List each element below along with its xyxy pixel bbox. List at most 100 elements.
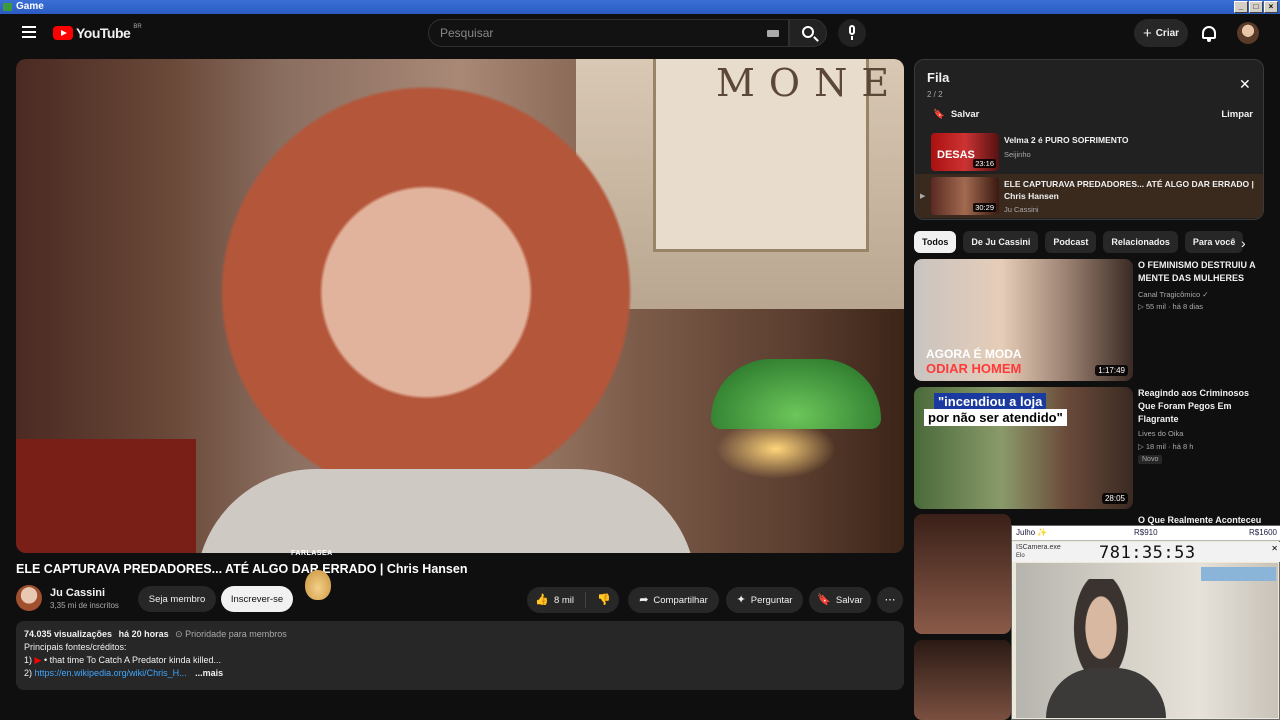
queue-thumbnail: 30:29 [931,177,999,215]
chip-podcast[interactable]: Podcast [1045,231,1097,253]
keyboard-icon[interactable] [767,30,779,37]
duration-badge: 23:16 [973,159,996,168]
minimize-button[interactable]: _ [1234,1,1248,13]
chip-de-ju-cassini[interactable]: De Ju Cassini [963,231,1039,253]
ask-button[interactable]: ✦ Perguntar [726,587,803,613]
window-titlebar: Game _ □ × [0,0,1280,14]
avatar[interactable] [1237,22,1259,44]
source-line-1: 1) ▶ • that time To Catch A Predator kin… [24,655,222,665]
recommendation-stats: ▷ 55 mil · há 8 dias [1138,302,1203,311]
queue-video-title: ELE CAPTURAVA PREDADORES... ATÉ ALGO DAR… [1004,179,1254,201]
queue-video-channel: Ju Cassini [1004,205,1039,214]
channel-name[interactable]: Ju Cassini [50,587,105,599]
bookmark-icon: 🔖 [817,593,831,606]
camera-status-label: Elo [1016,553,1025,559]
queue-panel: Fila 2 / 2 ✕ 🔖 Salvar Limpar DESAS 23:16 … [914,59,1264,220]
recommendation-thumbnail: "incendiou a loja por não ser atendido" … [914,387,1133,509]
bell-icon[interactable] [1202,26,1216,42]
menu-icon[interactable] [22,26,36,38]
donation-goal-current: R$910 [1134,528,1158,537]
channel-avatar[interactable] [16,585,42,611]
duck-overlay [305,570,331,600]
queue-title: Fila [927,70,950,85]
recommendation-thumbnail[interactable] [914,640,1011,720]
webcam-view [1016,563,1278,718]
save-button[interactable]: 🔖 Salvar [809,587,871,613]
queue-video-channel: Seijinho [1004,150,1031,159]
description-stats: 74.035 visualizações há 20 horas ⊙ Prior… [24,628,896,641]
queue-item[interactable]: DESAS 23:16 Velma 2 é PURO SOFRIMENTO Se… [915,130,1263,174]
queue-item-current[interactable]: ▶ 30:29 ELE CAPTURAVA PREDADORES... ATÉ … [915,174,1263,218]
logo-text: YouTube [76,25,131,41]
duration-badge: 28:05 [1101,493,1128,504]
members-priority: ⊙ Prioridade para membros [175,629,287,639]
bookmark-icon: 🔖 [933,109,945,120]
chip-para-voce[interactable]: Para você [1184,231,1244,253]
recommendation[interactable]: "incendiou a loja por não ser atendido" … [914,387,1264,509]
upload-age: há 20 horas [118,629,169,639]
thumbs-down-icon[interactable]: 👎 [597,594,611,606]
more-actions-button[interactable]: ⋯ [877,587,903,613]
duration-badge: 30:29 [973,203,996,212]
chip-todos[interactable]: Todos [914,231,957,253]
plus-icon: + [1142,24,1152,42]
recommendation[interactable]: AGORA É MODA ODIAR HOMEM 1:17:49 O FEMIN… [914,259,1264,381]
timer-bar: ISCamera.exe Elo 781:35:53 ✕ [1012,542,1280,563]
maximize-button[interactable]: □ [1249,1,1263,13]
recommendation-title: O FEMINISMO DESTRUIU A MENTE DAS MULHERE… [1138,260,1256,283]
create-label: Criar [1155,27,1180,39]
donation-goal-target: R$1600 [1248,528,1277,537]
wikipedia-link[interactable]: https://en.wikipedia.org/wiki/Chris_H... [35,668,187,678]
logo-region: BR [133,24,142,30]
share-button[interactable]: ➦ Compartilhar [628,587,719,613]
search-box [428,19,789,47]
subathon-timer: 781:35:53 [1099,543,1196,563]
share-icon: ➦ [639,593,649,606]
search-input[interactable] [429,20,749,46]
create-button[interactable]: + Criar [1134,19,1188,47]
duration-badge: 1:17:49 [1095,365,1128,376]
ask-label: Perguntar [750,594,793,606]
join-button[interactable]: Seja membro [138,586,216,612]
search-icon [802,26,814,38]
chevron-right-icon[interactable]: › [1241,235,1246,251]
queue-clear-button[interactable]: Limpar [1221,109,1253,120]
description-box[interactable]: 74.035 visualizações há 20 horas ⊙ Prior… [16,621,904,690]
green-lamp [711,359,881,429]
youtube-logo[interactable]: YouTube BR [53,24,142,41]
recommendation-channel: Canal Tragicômico ✓ [1138,290,1209,299]
queue-count: 2 / 2 [927,90,943,99]
close-icon[interactable]: ✕ [1239,76,1251,93]
thumbs-up-icon: 👍 [535,593,549,606]
camera-app-label: ISCamera.exe [1016,544,1061,551]
search-button[interactable] [789,19,827,47]
video-player[interactable]: MONE [16,59,904,553]
streamer-name: Julho ✨ [1016,528,1048,537]
more-icon: ⋯ [884,593,896,606]
close-icon[interactable]: ✕ [1271,544,1278,553]
recommendation-thumbnail: AGORA É MODA ODIAR HOMEM 1:17:49 [914,259,1133,381]
sources-heading: Principais fontes/créditos: [24,642,127,652]
chip-relacionados[interactable]: Relacionados [1103,231,1178,253]
subscribe-label: Inscrever-se [230,593,284,605]
subscribe-button[interactable]: Inscrever-se [221,586,293,612]
now-playing-icon: ▶ [920,193,926,200]
close-window-button[interactable]: × [1264,1,1278,13]
new-badge: Novo [1138,455,1163,464]
youtube-play-icon [53,26,73,40]
show-more-link[interactable]: ...mais [195,668,223,678]
recommendation-thumbnail [914,514,1011,634]
source-line-2: 2) https://en.wikipedia.org/wiki/Chris_H… [24,668,224,678]
queue-save-button[interactable]: 🔖 Salvar [933,109,979,120]
filter-chips: Todos De Ju Cassini Podcast Relacionados… [914,231,1264,253]
queue-thumbnail: DESAS 23:16 [931,133,999,171]
verified-icon: ✓ [1202,290,1209,299]
voice-search-button[interactable] [838,19,866,47]
recommendation-channel: Lives do Oika [1138,429,1184,438]
masthead: YouTube BR +Criar [0,14,1280,54]
overlay-label: FARLASEA [291,550,333,557]
share-label: Compartilhar [653,594,708,606]
poster-text: MONE [716,61,904,105]
like-button[interactable]: 👍 8 mil 👎 [527,587,619,613]
subscriber-count: 3,35 mi de inscritos [50,601,119,610]
